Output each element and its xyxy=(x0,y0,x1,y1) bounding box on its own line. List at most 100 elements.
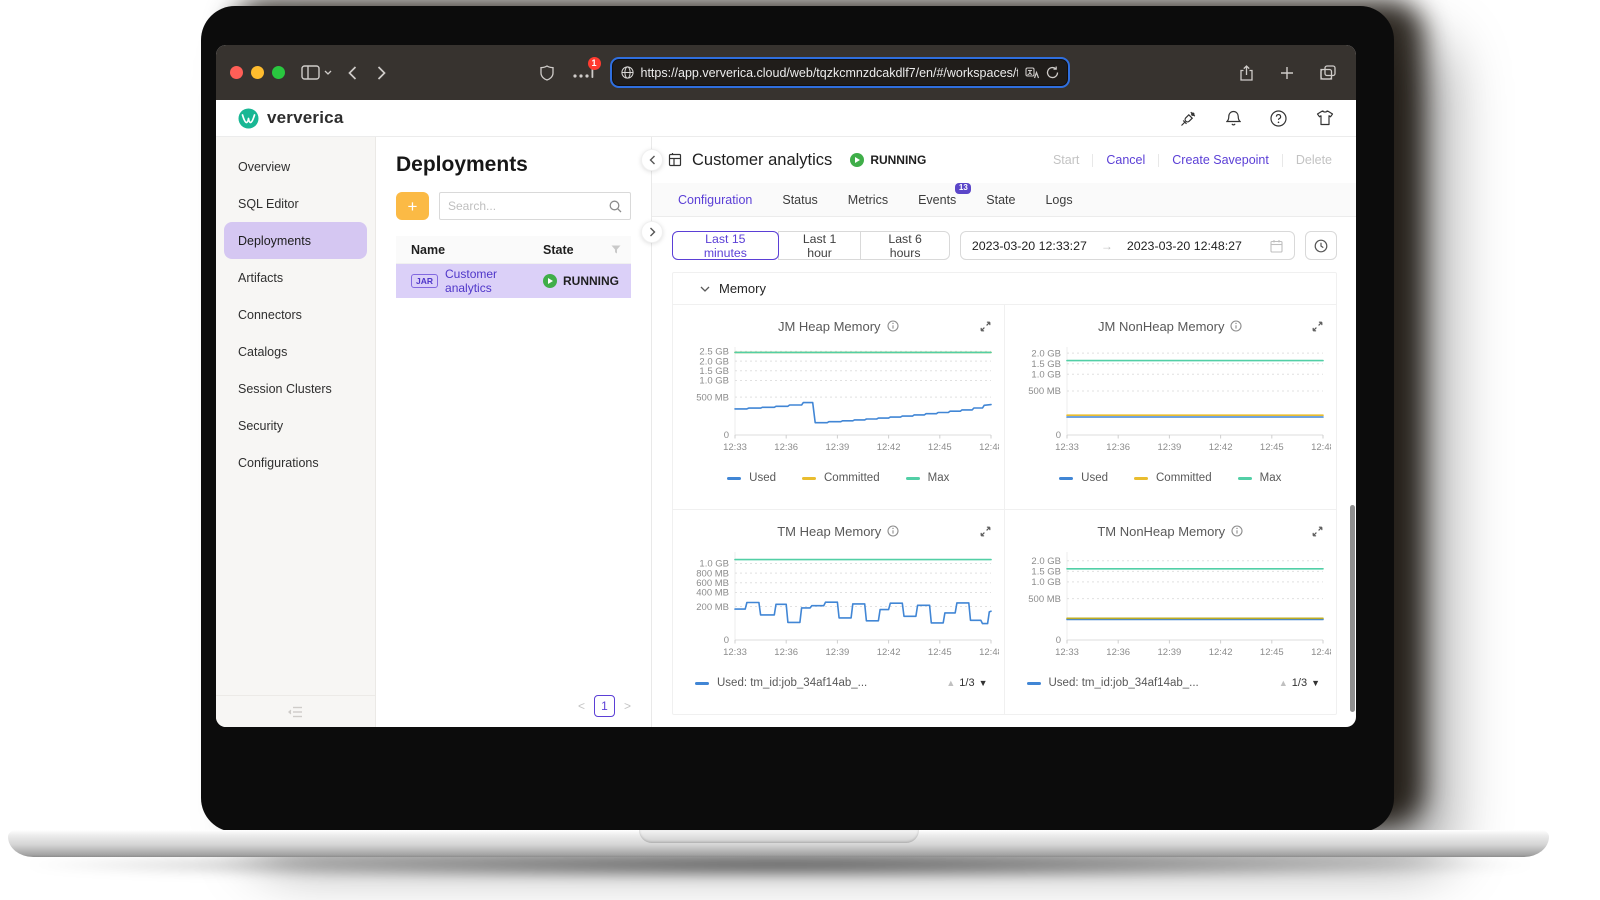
legend-item[interactable]: Max xyxy=(1238,472,1282,484)
info-icon[interactable] xyxy=(1230,320,1242,332)
expand-chart-icon[interactable] xyxy=(980,524,991,542)
legend-item[interactable]: Committed xyxy=(802,472,880,484)
filter-icon[interactable] xyxy=(611,245,621,254)
date-to[interactable]: 2023-03-20 12:48:27 xyxy=(1127,239,1242,253)
help-icon[interactable] xyxy=(1270,110,1287,127)
refresh-interval-button[interactable] xyxy=(1305,231,1337,260)
expand-chart-icon[interactable] xyxy=(1312,319,1323,337)
search-icon[interactable] xyxy=(609,200,622,213)
sidebar-item-connectors[interactable]: Connectors xyxy=(216,296,375,333)
tab-events[interactable]: Events13 xyxy=(918,193,956,207)
pager-down-icon[interactable]: ▼ xyxy=(1311,678,1320,688)
calendar-icon[interactable] xyxy=(1270,239,1283,253)
url-text[interactable]: https://app.ververica.cloud/web/tqzkcmnz… xyxy=(641,66,1018,80)
date-range-picker[interactable]: 2023-03-20 12:33:27 → 2023-03-20 12:48:2… xyxy=(960,231,1295,260)
info-icon[interactable] xyxy=(1231,525,1243,537)
collapse-section-icon[interactable] xyxy=(700,286,710,292)
legend-label: Max xyxy=(1260,472,1282,484)
deployment-name[interactable]: Customer analytics xyxy=(445,267,543,295)
zoom-window-button[interactable] xyxy=(272,66,285,79)
x-tick-label: 12:39 xyxy=(826,442,850,453)
pager-down-icon[interactable]: ▼ xyxy=(979,678,988,688)
forward-icon[interactable] xyxy=(377,66,386,80)
pager-up-icon[interactable]: ▲ xyxy=(1279,678,1288,688)
new-tab-icon[interactable] xyxy=(1280,65,1294,81)
legend-dash-icon xyxy=(1059,477,1073,480)
deployment-icon xyxy=(667,152,683,168)
tab-state[interactable]: State xyxy=(986,193,1015,207)
legend-label: Committed xyxy=(824,472,880,484)
sidebar-item-session-clusters[interactable]: Session Clusters xyxy=(216,370,375,407)
range-last-1-hour[interactable]: Last 1 hour xyxy=(778,231,862,260)
extensions-badge: 1 xyxy=(588,57,601,70)
collapse-panel-button[interactable] xyxy=(641,149,663,171)
sidebar-item-deployments[interactable]: Deployments xyxy=(224,222,367,259)
delete-button[interactable]: Delete xyxy=(1296,153,1332,167)
ververica-logo[interactable]: ververica xyxy=(238,108,343,129)
tab-metrics[interactable]: Metrics xyxy=(848,193,888,207)
range-last-6-hours[interactable]: Last 6 hours xyxy=(860,231,949,260)
sidebar-item-catalogs[interactable]: Catalogs xyxy=(216,333,375,370)
legend-item[interactable]: Used xyxy=(727,472,776,484)
memory-section-header[interactable]: Memory xyxy=(673,273,1336,304)
y-tick-label: 0 xyxy=(1056,635,1061,646)
sidebar-item-security[interactable]: Security xyxy=(216,407,375,444)
legend-item[interactable]: Committed xyxy=(1134,472,1212,484)
minimize-window-button[interactable] xyxy=(251,66,264,79)
date-from[interactable]: 2023-03-20 12:33:27 xyxy=(972,239,1087,253)
tab-configuration[interactable]: Configuration xyxy=(678,193,752,207)
deployments-search[interactable] xyxy=(439,192,631,220)
sidebar-item-configurations[interactable]: Configurations xyxy=(216,444,375,481)
tab-overview-icon[interactable] xyxy=(1320,65,1336,81)
tab-logs[interactable]: Logs xyxy=(1045,193,1072,207)
legend-item[interactable]: Used xyxy=(1059,472,1108,484)
info-icon[interactable] xyxy=(887,525,899,537)
sidebar-item-sql-editor[interactable]: SQL Editor xyxy=(216,185,375,222)
prev-page-icon[interactable]: < xyxy=(578,699,585,713)
privacy-shield-icon[interactable] xyxy=(540,65,554,81)
create-savepoint-button[interactable]: Create Savepoint xyxy=(1172,153,1269,167)
vertical-scrollbar[interactable] xyxy=(1350,505,1355,712)
next-page-icon[interactable]: > xyxy=(624,699,631,713)
close-window-button[interactable] xyxy=(230,66,243,79)
sidebar-item-artifacts[interactable]: Artifacts xyxy=(216,259,375,296)
series-pager: ▲1/3▼ xyxy=(946,677,987,689)
expand-chart-icon[interactable] xyxy=(980,319,991,337)
notifications-bell-icon[interactable] xyxy=(1226,110,1241,127)
translate-icon[interactable] xyxy=(1025,67,1039,79)
cancel-button[interactable]: Cancel xyxy=(1106,153,1145,167)
browser-toolbar: 1 https://app.ververica.cloud/web/tqzkcm… xyxy=(216,45,1356,100)
extensions-icon[interactable]: 1 xyxy=(572,66,594,79)
y-tick-label: 0 xyxy=(1056,430,1061,441)
sidebar-toggle-icon[interactable] xyxy=(301,65,320,80)
sidebar-item-overview[interactable]: Overview xyxy=(216,148,375,185)
pager-up-icon[interactable]: ▲ xyxy=(946,678,955,688)
reload-icon[interactable] xyxy=(1046,66,1059,79)
collapse-sidebar-icon[interactable] xyxy=(288,706,303,718)
add-deployment-button[interactable]: + xyxy=(396,192,429,220)
back-icon[interactable] xyxy=(348,66,357,80)
url-bar[interactable]: https://app.ververica.cloud/web/tqzkcmnz… xyxy=(610,57,1070,88)
tab-status[interactable]: Status xyxy=(782,193,817,207)
start-button[interactable]: Start xyxy=(1053,153,1079,167)
x-tick-label: 12:33 xyxy=(1055,647,1079,658)
x-tick-label: 12:36 xyxy=(775,442,799,453)
api-icon[interactable] xyxy=(1180,110,1197,127)
page-number[interactable]: 1 xyxy=(594,695,615,717)
search-input[interactable] xyxy=(448,199,609,213)
legend-item[interactable]: Used: tm_id:job_34af14ab_... xyxy=(1027,677,1199,689)
legend-item[interactable]: Max xyxy=(906,472,950,484)
info-icon[interactable] xyxy=(887,320,899,332)
shirt-icon[interactable] xyxy=(1316,110,1334,126)
expand-chart-icon[interactable] xyxy=(1312,524,1323,542)
table-row[interactable]: JARCustomer analyticsRUNNING xyxy=(396,264,631,298)
x-tick-label: 12:48 xyxy=(1311,442,1331,453)
expand-panel-button[interactable] xyxy=(641,221,663,243)
range-last-15-minutes[interactable]: Last 15 minutes xyxy=(672,231,779,260)
chevron-down-icon[interactable] xyxy=(324,70,332,75)
deployment-detail: Customer analytics RUNNING StartCancelCr… xyxy=(652,137,1356,727)
deployments-panel: Deployments + Name xyxy=(376,137,652,727)
share-icon[interactable] xyxy=(1239,65,1254,81)
legend-item[interactable]: Used: tm_id:job_34af14ab_... xyxy=(695,677,867,689)
globe-icon xyxy=(621,66,634,79)
